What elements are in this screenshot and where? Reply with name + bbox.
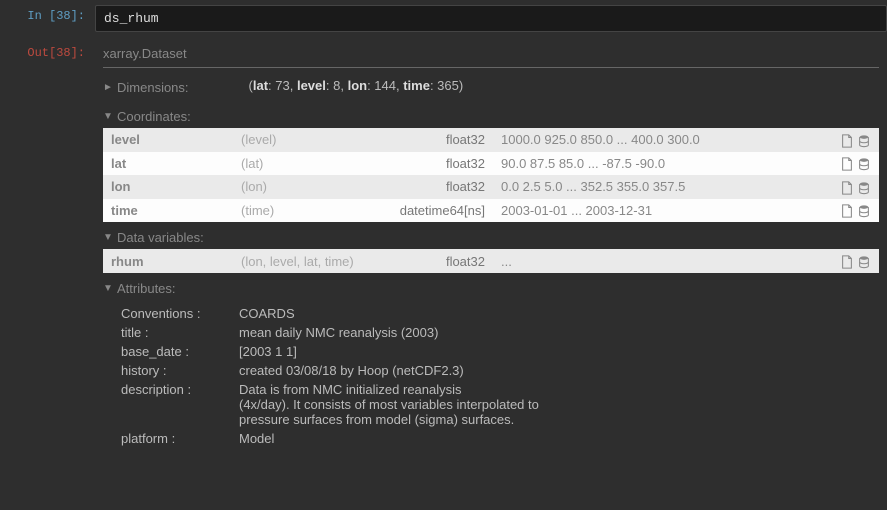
var-preview: 0.0 2.5 5.0 ... 352.5 355.0 357.5: [493, 175, 829, 199]
table-row: time(time)datetime64[ns]2003-01-01 ... 2…: [103, 199, 879, 223]
attr-value: COARDS: [239, 306, 879, 321]
dim-key: lat: [253, 78, 268, 93]
attr-key: title :: [121, 325, 239, 340]
code-input[interactable]: ds_rhum: [95, 5, 887, 32]
input-cell: In [38]: ds_rhum: [0, 0, 887, 37]
table-row: lon(lon)float320.0 2.5 5.0 ... 352.5 355…: [103, 175, 879, 199]
attributes-list: Conventions :COARDStitle :mean daily NMC…: [103, 304, 879, 448]
show-data-button[interactable]: [854, 179, 871, 194]
attr-key: platform :: [121, 431, 239, 446]
var-preview: 2003-01-01 ... 2003-12-31: [493, 199, 829, 223]
table-row: level(level)float321000.0 925.0 850.0 ..…: [103, 128, 879, 152]
var-dims: (lon, level, lat, time): [233, 249, 383, 273]
caret-right-icon: ►: [103, 82, 113, 93]
var-dtype: float32: [383, 128, 493, 152]
input-prompt: In [38]:: [0, 5, 95, 23]
show-data-button[interactable]: [854, 253, 871, 268]
attribute-row: Conventions :COARDS: [121, 304, 879, 323]
var-dtype: float32: [383, 152, 493, 176]
table-row: rhum(lon, level, lat, time)float32...: [103, 249, 879, 273]
attribute-row: base_date :[2003 1 1]: [121, 342, 879, 361]
dim-key: time: [403, 78, 430, 93]
show-data-button[interactable]: [854, 203, 871, 218]
coordinates-toggle[interactable]: ▼ Coordinates:: [103, 109, 879, 124]
attr-key: history :: [121, 363, 239, 378]
dim-key: level: [297, 78, 326, 93]
show-attrs-button[interactable]: [837, 203, 854, 218]
data-variables-section: ▼ Data variables: rhum(lon, level, lat, …: [103, 230, 879, 273]
attribute-row: title :mean daily NMC reanalysis (2003): [121, 323, 879, 342]
database-icon: [857, 181, 871, 195]
paren-close: ): [459, 78, 463, 93]
caret-down-icon: ▼: [103, 111, 113, 122]
var-dims: (lon): [233, 175, 383, 199]
database-icon: [857, 157, 871, 171]
attr-value: created 03/08/18 by Hoop (netCDF2.3): [239, 363, 879, 378]
var-name: rhum: [103, 249, 233, 273]
dim-key: lon: [348, 78, 368, 93]
dim-val: : 144,: [367, 78, 403, 93]
database-icon: [857, 204, 871, 218]
document-icon: [840, 204, 854, 218]
var-name: time: [103, 199, 233, 223]
attribute-row: description :Data is from NMC initialize…: [121, 380, 879, 429]
attr-key: base_date :: [121, 344, 239, 359]
show-data-button[interactable]: [854, 156, 871, 171]
var-dtype: float32: [383, 249, 493, 273]
var-name: level: [103, 128, 233, 152]
document-icon: [840, 134, 854, 148]
var-dtype: datetime64[ns]: [383, 199, 493, 223]
attr-key: Conventions :: [121, 306, 239, 321]
database-icon: [857, 134, 871, 148]
var-preview: ...: [493, 249, 829, 273]
database-icon: [857, 255, 871, 269]
output-cell: Out[38]: xarray.Dataset ► Dimensions: (l…: [0, 37, 887, 465]
output-prompt: Out[38]:: [0, 42, 95, 60]
attr-key: description :: [121, 382, 239, 427]
attr-value: Model: [239, 431, 879, 446]
data-variables-label-text: Data variables:: [117, 230, 204, 245]
dimensions-label-text: Dimensions:: [117, 80, 189, 95]
show-attrs-button[interactable]: [837, 156, 854, 171]
document-icon: [840, 157, 854, 171]
var-dtype: float32: [383, 175, 493, 199]
coordinates-table: level(level)float321000.0 925.0 850.0 ..…: [103, 128, 879, 222]
attributes-toggle[interactable]: ▼ Attributes:: [103, 281, 879, 296]
coordinates-section: ▼ Coordinates: level(level)float321000.0…: [103, 109, 879, 222]
dim-val: : 73,: [268, 78, 297, 93]
var-dims: (level): [233, 128, 383, 152]
attributes-label-text: Attributes:: [117, 281, 176, 296]
var-preview: 90.0 87.5 85.0 ... -87.5 -90.0: [493, 152, 829, 176]
caret-down-icon: ▼: [103, 232, 113, 243]
attr-value: mean daily NMC reanalysis (2003): [239, 325, 879, 340]
var-dims: (time): [233, 199, 383, 223]
attr-value: Data is from NMC initialized reanalysis …: [239, 382, 879, 427]
document-icon: [840, 181, 854, 195]
attr-value: [2003 1 1]: [239, 344, 879, 359]
caret-down-icon: ▼: [103, 283, 113, 294]
var-name: lon: [103, 175, 233, 199]
xarray-header: xarray.Dataset: [103, 42, 879, 68]
show-attrs-button[interactable]: [837, 179, 854, 194]
dimensions-section: ► Dimensions: (lat: 73, level: 8, lon: 1…: [103, 78, 879, 95]
var-dims: (lat): [233, 152, 383, 176]
dim-val: : 8,: [326, 78, 348, 93]
show-attrs-button[interactable]: [837, 253, 854, 268]
var-name: lat: [103, 152, 233, 176]
attribute-row: platform :Model: [121, 429, 879, 448]
output-area: xarray.Dataset ► Dimensions: (lat: 73, l…: [95, 42, 887, 460]
show-data-button[interactable]: [854, 132, 871, 147]
dimensions-summary: (lat: 73, level: 8, lon: 144, time: 365): [249, 78, 464, 93]
coordinates-label-text: Coordinates:: [117, 109, 191, 124]
document-icon: [840, 255, 854, 269]
dim-val: : 365: [430, 78, 459, 93]
data-variables-table: rhum(lon, level, lat, time)float32...: [103, 249, 879, 273]
show-attrs-button[interactable]: [837, 132, 854, 147]
table-row: lat(lat)float3290.0 87.5 85.0 ... -87.5 …: [103, 152, 879, 176]
data-variables-toggle[interactable]: ▼ Data variables:: [103, 230, 879, 245]
dimensions-label[interactable]: ► Dimensions:: [103, 80, 189, 95]
attribute-row: history :created 03/08/18 by Hoop (netCD…: [121, 361, 879, 380]
var-preview: 1000.0 925.0 850.0 ... 400.0 300.0: [493, 128, 829, 152]
attributes-section: ▼ Attributes: Conventions :COARDStitle :…: [103, 281, 879, 448]
